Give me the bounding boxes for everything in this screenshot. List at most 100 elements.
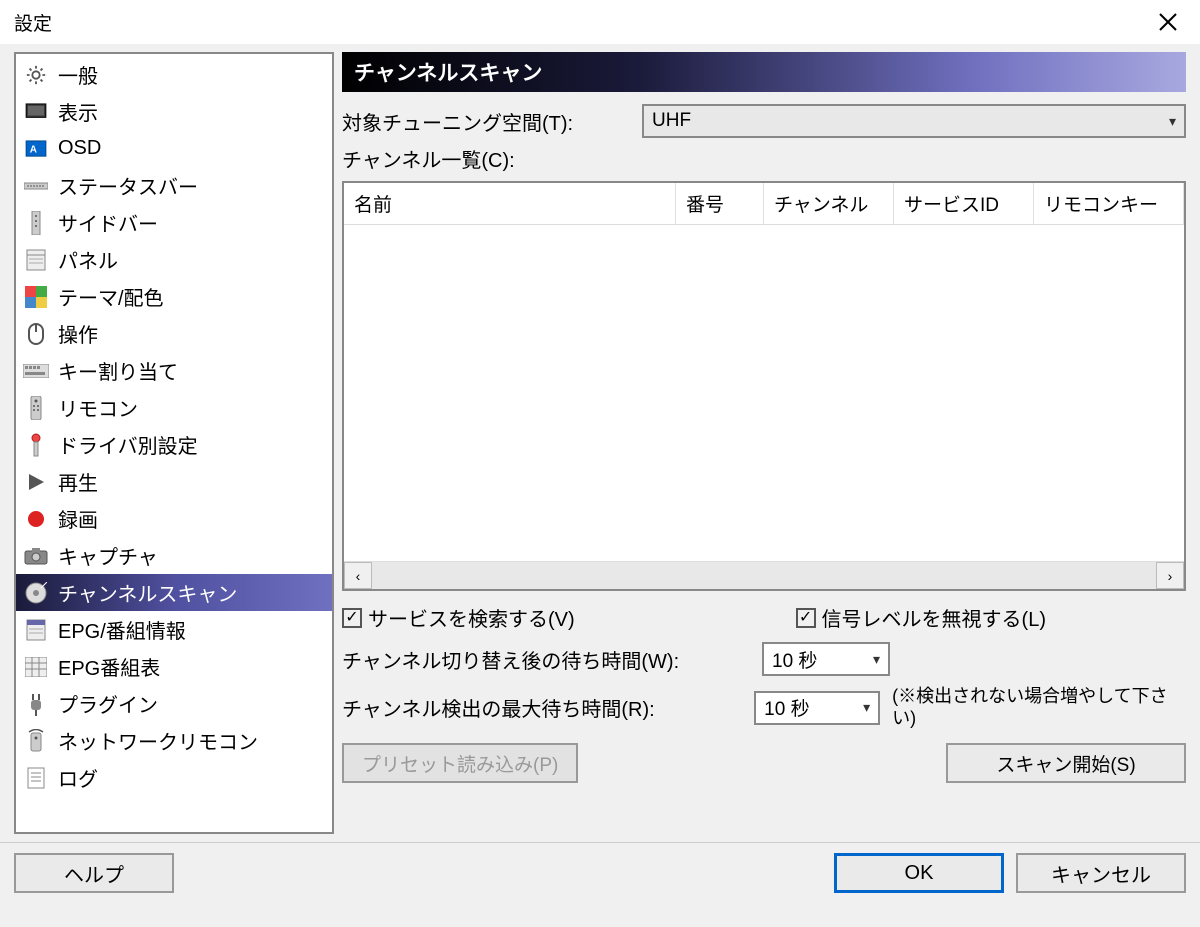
scroll-left-button[interactable]: ‹	[344, 562, 372, 589]
sidebar-item-keyboard[interactable]: キー割り当て	[16, 352, 332, 389]
ignore-signal-label: 信号レベルを無視する(L)	[822, 603, 1046, 632]
sidebar-item-netremote[interactable]: ネットワークリモコン	[16, 722, 332, 759]
record-icon	[22, 505, 50, 533]
sidebar-item-playback[interactable]: 再生	[16, 463, 332, 500]
theme-icon	[22, 283, 50, 311]
remote-icon	[22, 394, 50, 422]
sidebar-item-label: OSD	[58, 137, 101, 160]
sidebar-item-label: ネットワークリモコン	[58, 726, 258, 755]
sidebar-item-label: チャンネルスキャン	[58, 578, 237, 607]
sidebar-item-label: キャプチャ	[58, 541, 158, 570]
chevron-down-icon: ▾	[873, 651, 880, 668]
chevron-down-icon: ▾	[863, 699, 870, 716]
svg-text:A: A	[30, 144, 37, 155]
sidebar-item-remote[interactable]: リモコン	[16, 389, 332, 426]
epgtable-icon	[22, 653, 50, 681]
plug-icon	[22, 690, 50, 718]
detect-note: (※検出されない場合増やして下さい)	[892, 686, 1186, 729]
detect-max-wait-combo[interactable]: 10 秒 ▾	[754, 691, 880, 725]
sidebar-item-label: 再生	[58, 467, 98, 496]
ignore-signal-checkbox[interactable]: ✓ 信号レベルを無視する(L)	[796, 603, 1046, 632]
search-service-label: サービスを検索する(V)	[368, 603, 575, 632]
detect-max-wait-value: 10 秒	[764, 694, 809, 721]
settings-sidebar: 一般 表示 A OSD ステータスバー サイドバー パネル テーマ/配色 操作	[14, 52, 334, 834]
close-button[interactable]	[1150, 4, 1186, 40]
window-title: 設定	[14, 9, 52, 36]
sidebar-item-label: リモコン	[58, 393, 138, 422]
statusbar-icon	[22, 172, 50, 200]
scan-start-button[interactable]: スキャン開始(S)	[946, 743, 1186, 783]
sidebar-item-panel[interactable]: パネル	[16, 241, 332, 278]
checkbox-checked-icon: ✓	[796, 608, 816, 628]
preset-load-button: プリセット読み込み(P)	[342, 743, 578, 783]
dialog-footer: ヘルプ OK キャンセル	[0, 842, 1200, 905]
scroll-right-button[interactable]: ›	[1156, 562, 1184, 589]
tuning-space-combo[interactable]: UHF ▾	[642, 104, 1186, 138]
detect-max-wait-label: チャンネル検出の最大待ち時間(R):	[342, 693, 754, 722]
camera-icon	[22, 542, 50, 570]
play-icon	[22, 468, 50, 496]
sidebar-item-label: 録画	[58, 504, 98, 533]
scroll-track[interactable]	[372, 562, 1156, 589]
col-header-name[interactable]: 名前	[344, 183, 676, 224]
sidebar-item-label: ログ	[58, 763, 98, 792]
disc-icon	[22, 579, 50, 607]
sidebar-item-label: ステータスバー	[58, 171, 198, 200]
chevron-down-icon: ▾	[1169, 113, 1176, 130]
help-button[interactable]: ヘルプ	[14, 853, 174, 893]
wait-after-switch-combo[interactable]: 10 秒 ▾	[762, 642, 890, 676]
sidebar-item-label: 操作	[58, 319, 98, 348]
netremote-icon	[22, 727, 50, 755]
sidebar-item-capture[interactable]: キャプチャ	[16, 537, 332, 574]
sidebar-item-label: パネル	[58, 245, 118, 274]
sidebar-item-statusbar[interactable]: ステータスバー	[16, 167, 332, 204]
col-header-number[interactable]: 番号	[676, 183, 764, 224]
sidebar-item-record[interactable]: 録画	[16, 500, 332, 537]
gear-icon	[22, 61, 50, 89]
sidebar-item-osd[interactable]: A OSD	[16, 130, 332, 167]
keyboard-icon	[22, 357, 50, 385]
checkbox-checked-icon: ✓	[342, 608, 362, 628]
channel-list[interactable]: 名前 番号 チャンネル サービスID リモコンキー ‹ ›	[342, 181, 1186, 591]
wait-after-switch-value: 10 秒	[772, 646, 817, 673]
epg-icon	[22, 616, 50, 644]
wait-after-switch-label: チャンネル切り替え後の待ち時間(W):	[342, 645, 762, 674]
content-panel: チャンネルスキャン 対象チューニング空間(T): UHF ▾ チャンネル一覧(C…	[342, 52, 1186, 834]
sidebar-item-label: キー割り当て	[58, 356, 178, 385]
panel-icon	[22, 246, 50, 274]
sidebar-item-label: 一般	[58, 60, 98, 89]
list-body	[344, 225, 1184, 561]
col-header-channel[interactable]: チャンネル	[764, 183, 894, 224]
cancel-button[interactable]: キャンセル	[1016, 853, 1186, 893]
sidebar-item-theme[interactable]: テーマ/配色	[16, 278, 332, 315]
sidebar-item-operation[interactable]: 操作	[16, 315, 332, 352]
osd-icon: A	[22, 135, 50, 163]
sidebar-item-sidebar[interactable]: サイドバー	[16, 204, 332, 241]
list-hscroll: ‹ ›	[344, 561, 1184, 589]
monitor-icon	[22, 98, 50, 126]
channel-list-label: チャンネル一覧(C):	[342, 144, 515, 173]
tuning-space-label: 対象チューニング空間(T):	[342, 107, 642, 136]
sidebar-item-label: プラグイン	[58, 689, 158, 718]
sidebar-item-epg[interactable]: EPG/番組情報	[16, 611, 332, 648]
sidebar-item-plugin[interactable]: プラグイン	[16, 685, 332, 722]
col-header-remotekey[interactable]: リモコンキー	[1034, 183, 1184, 224]
sidebar-item-general[interactable]: 一般	[16, 56, 332, 93]
sidebar-item-log[interactable]: ログ	[16, 759, 332, 796]
sidebar-item-label: ドライバ別設定	[58, 430, 198, 459]
list-header: 名前 番号 チャンネル サービスID リモコンキー	[344, 183, 1184, 225]
mouse-icon	[22, 320, 50, 348]
col-header-serviceid[interactable]: サービスID	[894, 183, 1034, 224]
ok-button[interactable]: OK	[834, 853, 1004, 893]
sidebar-item-display[interactable]: 表示	[16, 93, 332, 130]
log-icon	[22, 764, 50, 792]
sidebar-item-channelscan[interactable]: チャンネルスキャン	[16, 574, 332, 611]
sidebar-item-label: EPG/番組情報	[58, 615, 186, 644]
sidebar-item-label: サイドバー	[58, 208, 158, 237]
sidebar-item-epgtable[interactable]: EPG番組表	[16, 648, 332, 685]
sidebar-item-driver[interactable]: ドライバ別設定	[16, 426, 332, 463]
sidebar-item-label: 表示	[58, 97, 98, 126]
tuning-space-value: UHF	[652, 110, 691, 132]
sidebar-icon	[22, 209, 50, 237]
search-service-checkbox[interactable]: ✓ サービスを検索する(V)	[342, 603, 575, 632]
